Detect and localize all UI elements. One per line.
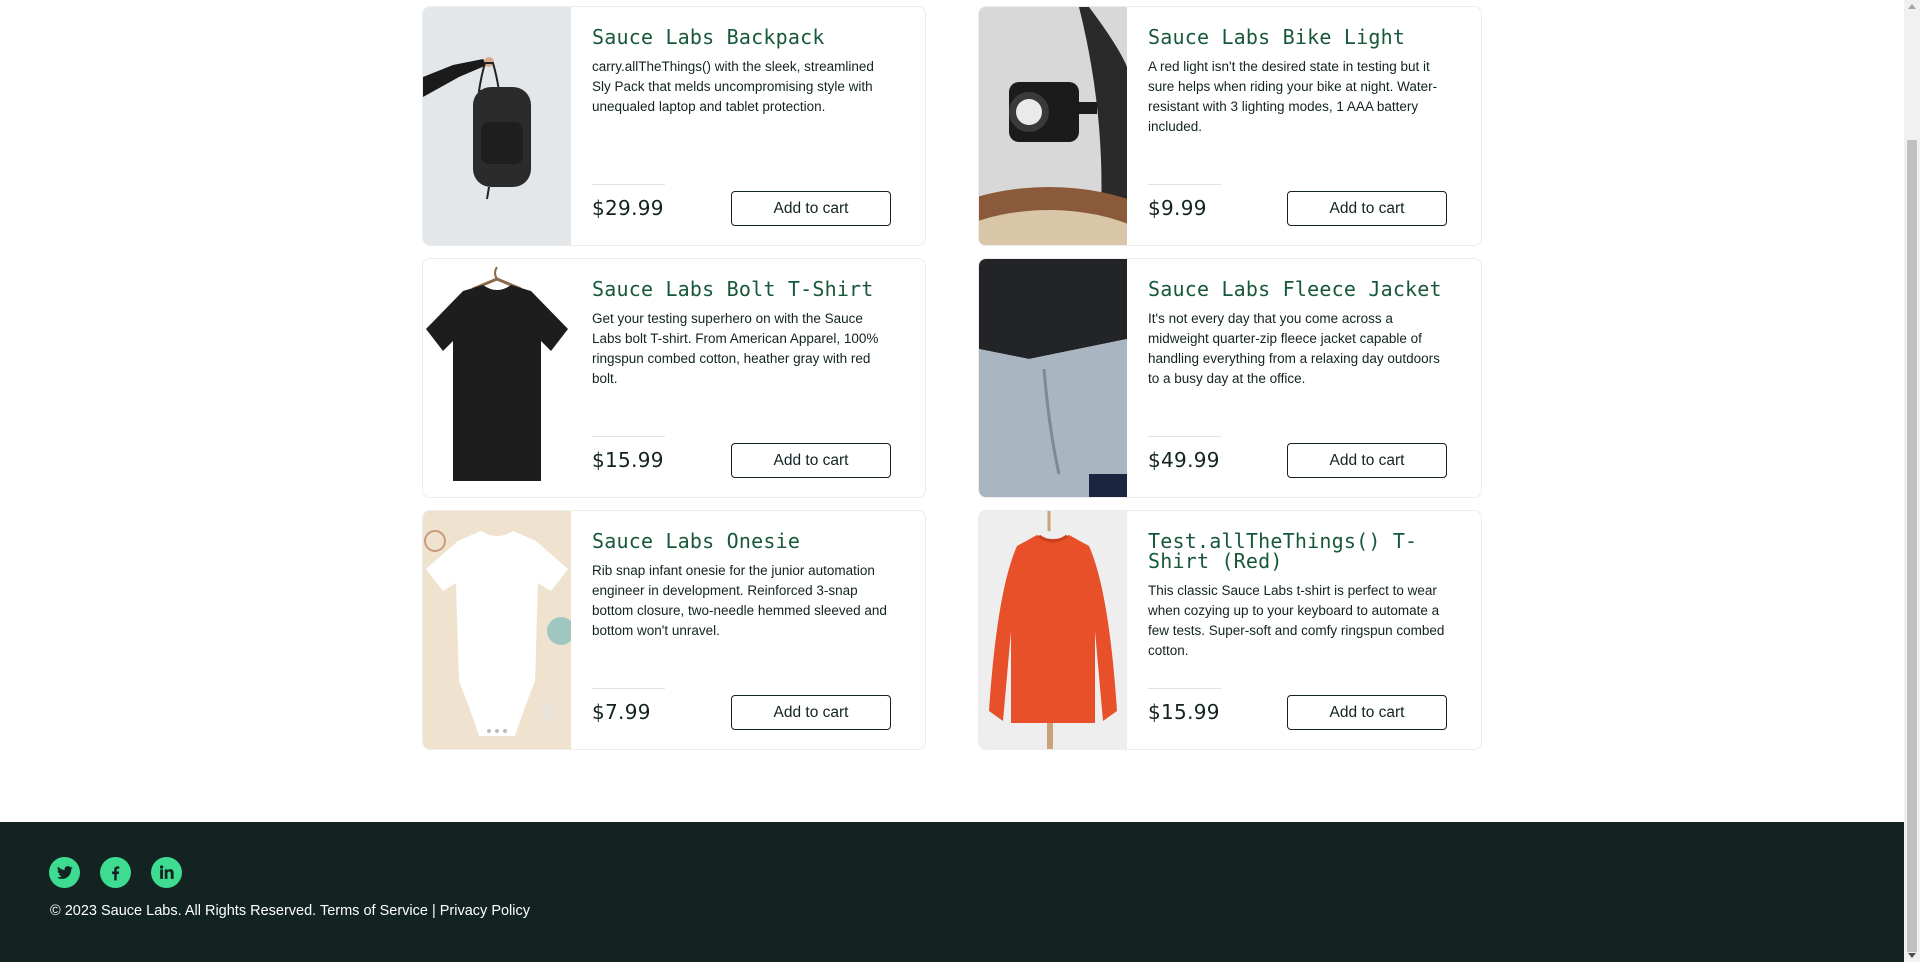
item-details: Sauce Labs Backpack carry.allTheThings()… bbox=[571, 7, 925, 245]
scrollbar-thumb[interactable] bbox=[1907, 140, 1917, 952]
item-description: Get your testing superhero on with the S… bbox=[592, 311, 879, 386]
footer: © 2023 Sauce Labs. All Rights Reserved. … bbox=[0, 822, 1904, 962]
item-name[interactable]: Sauce Labs Fleece Jacket bbox=[1148, 279, 1447, 299]
inventory-list: Sauce Labs Backpack carry.allTheThings()… bbox=[422, 6, 1482, 750]
add-to-cart-button[interactable]: Add to cart bbox=[731, 191, 891, 226]
item-description: This classic Sauce Labs t-shirt is perfe… bbox=[1148, 583, 1445, 658]
scroll-up-icon[interactable] bbox=[1908, 4, 1916, 9]
item-details: Sauce Labs Onesie Rib snap infant onesie… bbox=[571, 511, 925, 749]
page: Sauce Labs Backpack carry.allTheThings()… bbox=[0, 0, 1920, 962]
facebook-icon[interactable] bbox=[100, 857, 131, 888]
price-divider bbox=[1148, 688, 1221, 689]
item-description: A red light isn't the desired state in t… bbox=[1148, 59, 1438, 134]
onesie-image[interactable] bbox=[423, 511, 571, 749]
item-price: $15.99 bbox=[1148, 700, 1220, 724]
price-divider bbox=[1148, 436, 1221, 437]
inventory-item: Test.allTheThings() T-Shirt (Red) This c… bbox=[978, 510, 1482, 750]
inventory-grid: Sauce Labs Backpack carry.allTheThings()… bbox=[422, 6, 1482, 750]
add-to-cart-button[interactable]: Add to cart bbox=[1287, 695, 1447, 730]
red-sweatshirt-image[interactable] bbox=[979, 511, 1127, 749]
item-details: Test.allTheThings() T-Shirt (Red) This c… bbox=[1127, 511, 1481, 749]
item-description: It's not every day that you come across … bbox=[1148, 311, 1440, 386]
add-to-cart-button[interactable]: Add to cart bbox=[1287, 191, 1447, 226]
item-details: Sauce Labs Bolt T-Shirt Get your testing… bbox=[571, 259, 925, 497]
bike-light-image[interactable] bbox=[979, 7, 1127, 245]
add-to-cart-button[interactable]: Add to cart bbox=[731, 443, 891, 478]
inventory-item: Sauce Labs Bolt T-Shirt Get your testing… bbox=[422, 258, 926, 498]
item-price: $7.99 bbox=[592, 700, 651, 724]
item-description: Rib snap infant onesie for the junior au… bbox=[592, 563, 887, 638]
twitter-icon[interactable] bbox=[49, 857, 80, 888]
scroll-down-icon[interactable] bbox=[1908, 953, 1916, 958]
inventory-item: Sauce Labs Fleece Jacket It's not every … bbox=[978, 258, 1482, 498]
item-description: carry.allTheThings() with the sleek, str… bbox=[592, 59, 874, 114]
viewport: Sauce Labs Backpack carry.allTheThings()… bbox=[0, 0, 1904, 962]
inventory-item: Sauce Labs Bike Light A red light isn't … bbox=[978, 6, 1482, 246]
backpack-image[interactable] bbox=[423, 7, 571, 245]
item-name[interactable]: Sauce Labs Onesie bbox=[592, 531, 891, 551]
inventory-item: Sauce Labs Backpack carry.allTheThings()… bbox=[422, 6, 926, 246]
footer-copyright: © 2023 Sauce Labs. All Rights Reserved. … bbox=[50, 903, 531, 919]
item-price: $15.99 bbox=[592, 448, 664, 472]
price-divider bbox=[592, 688, 665, 689]
item-price: $29.99 bbox=[592, 196, 664, 220]
social-links bbox=[49, 857, 182, 888]
item-details: Sauce Labs Bike Light A red light isn't … bbox=[1127, 7, 1481, 245]
fleece-jacket-image[interactable] bbox=[979, 259, 1127, 497]
item-details: Sauce Labs Fleece Jacket It's not every … bbox=[1127, 259, 1481, 497]
item-price: $9.99 bbox=[1148, 196, 1207, 220]
item-name[interactable]: Sauce Labs Backpack bbox=[592, 27, 891, 47]
add-to-cart-button[interactable]: Add to cart bbox=[1287, 443, 1447, 478]
item-price: $49.99 bbox=[1148, 448, 1220, 472]
add-to-cart-button[interactable]: Add to cart bbox=[731, 695, 891, 730]
linkedin-icon[interactable] bbox=[151, 857, 182, 888]
item-name[interactable]: Sauce Labs Bike Light bbox=[1148, 27, 1447, 47]
price-divider bbox=[592, 436, 665, 437]
vertical-scrollbar[interactable] bbox=[1904, 0, 1920, 962]
tshirt-image[interactable] bbox=[423, 259, 571, 497]
price-divider bbox=[1148, 184, 1221, 185]
inventory-item: Sauce Labs Onesie Rib snap infant onesie… bbox=[422, 510, 926, 750]
item-name[interactable]: Sauce Labs Bolt T-Shirt bbox=[592, 279, 891, 299]
price-divider bbox=[592, 184, 665, 185]
item-name[interactable]: Test.allTheThings() T-Shirt (Red) bbox=[1148, 531, 1447, 571]
